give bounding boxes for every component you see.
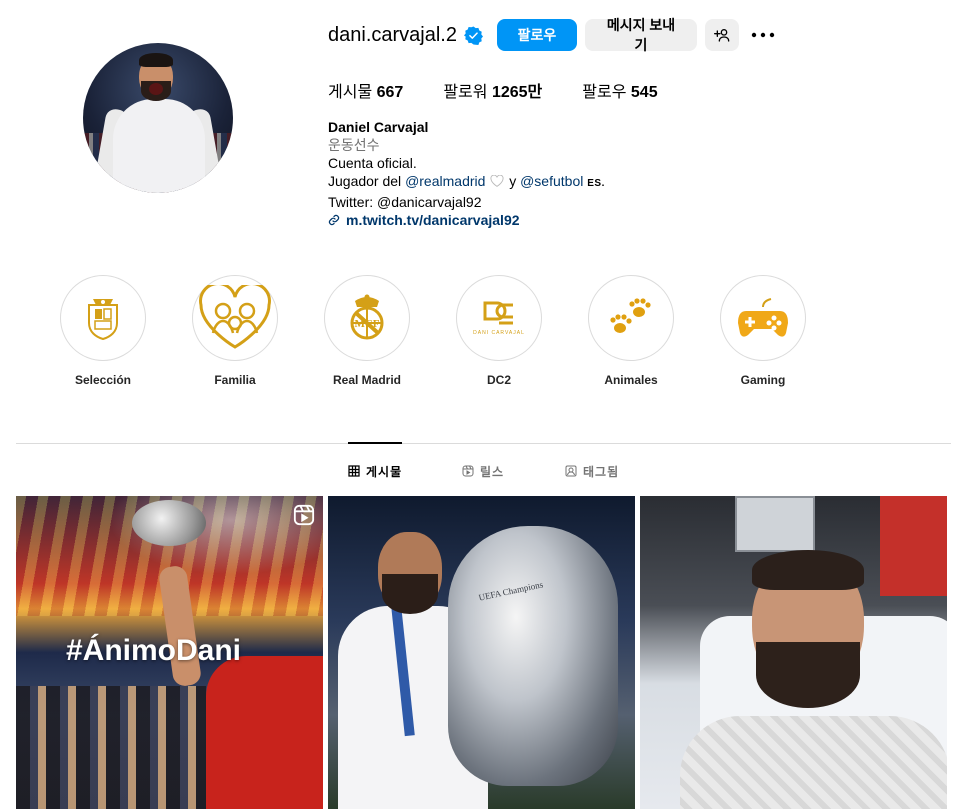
posts-count: 게시물 667	[328, 78, 403, 102]
highlight-dc2[interactable]: DANI CARVAJAL DC2	[456, 275, 542, 387]
followers-value: 1265만	[491, 84, 543, 101]
highlight-inner	[64, 279, 142, 357]
follow-button[interactable]: 팔로우	[497, 19, 577, 51]
tabs-divider	[16, 443, 951, 444]
highlight-inner	[724, 279, 802, 357]
avatar-mouth	[149, 83, 163, 95]
reels-icon	[462, 465, 474, 477]
followers-label: 팔로워	[443, 84, 488, 101]
highlight-real-madrid[interactable]: MCF Real Madrid	[324, 275, 410, 387]
post-thumbnail[interactable]: UEFA Champions	[328, 496, 635, 809]
following-count[interactable]: 팔로우 545	[582, 78, 657, 102]
highlight-circle: MCF	[324, 275, 410, 361]
posts-label: 게시물	[328, 84, 373, 101]
bio-line-2-prefix: Jugador del	[328, 173, 402, 189]
profile-avatar[interactable]	[83, 43, 233, 193]
highlight-circle	[720, 275, 806, 361]
paw-prints-icon	[610, 298, 651, 333]
tab-reels-label: 릴스	[480, 464, 505, 479]
mention-sefutbol[interactable]: @sefutbol	[520, 173, 583, 189]
grid-icon	[348, 465, 360, 477]
avatar-hair	[139, 53, 173, 67]
suggested-users-button[interactable]	[705, 19, 739, 51]
highlight-animales[interactable]: Animales	[588, 275, 674, 387]
post-paramedic-uniform	[880, 496, 947, 596]
dc2-logo-icon	[483, 301, 513, 324]
game-controller-icon	[738, 298, 788, 337]
add-person-icon	[714, 29, 730, 42]
link-icon	[328, 214, 340, 226]
bio-line-1: Cuenta oficial.	[328, 155, 417, 171]
bio-es-flag-text: ES.	[587, 178, 605, 189]
tagged-icon	[565, 465, 577, 477]
highlight-familia[interactable]: Familia	[192, 275, 278, 387]
post-player-shirt	[206, 656, 323, 809]
more-dots-icon	[751, 32, 775, 38]
verified-badge-icon	[463, 25, 483, 45]
trophy-engraving: UEFA Champions	[477, 579, 544, 603]
mention-realmadrid[interactable]: @realmadrid	[405, 173, 485, 189]
svg-text:MCF: MCF	[354, 318, 379, 330]
highlight-seleccion[interactable]: Selección	[60, 275, 146, 387]
dc2-logo-text: DANI CARVAJAL	[473, 329, 525, 336]
tab-tagged[interactable]: 태그됨	[565, 463, 619, 479]
real-madrid-crest-icon: MCF	[350, 294, 384, 340]
active-tab-indicator	[348, 442, 402, 444]
posts-value: 667	[376, 84, 404, 101]
highlight-label: Animales	[604, 373, 658, 387]
highlight-label: DC2	[486, 373, 511, 387]
avatar-shirt	[113, 99, 205, 193]
highlight-circle	[588, 275, 674, 361]
username-row: dani.carvajal.2	[328, 19, 483, 51]
bio-name: Daniel Carvajal	[328, 119, 429, 135]
post-player-beard	[382, 574, 438, 614]
spain-crest-icon	[88, 299, 118, 341]
post-person-hair	[752, 550, 864, 590]
highlight-label: Selección	[74, 373, 132, 387]
post-person-beard	[756, 642, 860, 708]
post-photographers	[16, 686, 206, 809]
white-heart-icon	[490, 175, 504, 187]
tab-tagged-label: 태그됨	[583, 464, 620, 479]
post-medical-monitor	[735, 496, 815, 552]
more-options-button[interactable]	[749, 19, 777, 51]
bio-link[interactable]: m.twitch.tv/danicarvajal92	[328, 211, 605, 229]
bio-link-text: m.twitch.tv/danicarvajal92	[346, 212, 520, 228]
followers-count[interactable]: 팔로워 1265만	[443, 78, 542, 102]
profile-bio: Daniel Carvajal 운동선수 Cuenta oficial. Jug…	[328, 118, 605, 229]
tab-posts[interactable]: 게시물	[348, 463, 402, 479]
family-heart-icon	[199, 285, 271, 349]
highlight-label: Real Madrid	[332, 373, 401, 387]
following-value: 545	[630, 84, 658, 101]
bio-line-3: Twitter: @danicarvajal92	[328, 194, 482, 210]
highlight-inner	[196, 279, 274, 357]
post-thumbnail[interactable]: #ÁnimoDani	[16, 496, 323, 809]
bio-line-2: Jugador del @realmadrid y @sefutbol ES.	[328, 172, 605, 193]
profile-stats: 게시물 667 팔로워 1265만 팔로우 545	[328, 78, 698, 102]
highlight-inner: MCF	[328, 279, 406, 357]
following-label: 팔로우	[582, 84, 627, 101]
highlight-gaming[interactable]: Gaming	[720, 275, 806, 387]
bio-line-2-mid: y	[509, 173, 517, 189]
post-thumbnail[interactable]	[640, 496, 947, 809]
highlight-label: Familia	[214, 373, 256, 387]
tab-reels[interactable]: 릴스	[462, 463, 504, 479]
highlight-circle	[192, 275, 278, 361]
message-button[interactable]: 메시지 보내기	[585, 17, 697, 53]
bio-category: 운동선수	[328, 137, 380, 153]
highlight-circle: DANI CARVAJAL	[456, 275, 542, 361]
highlight-inner: DANI CARVAJAL	[460, 279, 538, 357]
post-person-shirt	[680, 716, 947, 809]
tab-posts-label: 게시물	[366, 464, 403, 479]
reels-icon	[293, 504, 315, 526]
highlight-inner	[592, 279, 670, 357]
post-champions-trophy: UEFA Champions	[448, 526, 618, 786]
profile-username: dani.carvajal.2	[328, 23, 457, 46]
post-trophy	[132, 500, 206, 546]
highlight-circle	[60, 275, 146, 361]
post-overlay-hashtag: #ÁnimoDani	[66, 634, 242, 667]
highlight-label: Gaming	[740, 373, 786, 387]
